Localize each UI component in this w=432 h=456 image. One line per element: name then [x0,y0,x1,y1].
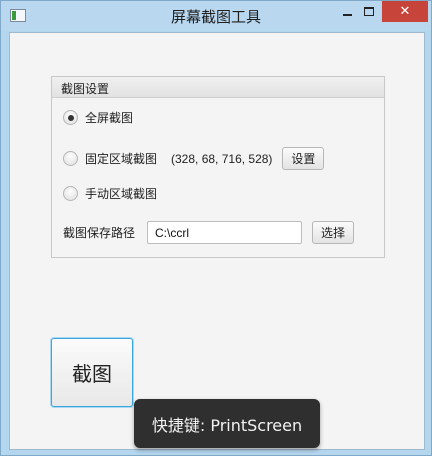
choose-path-button[interactable]: 选择 [312,221,355,244]
save-path-input[interactable]: C:\ccrl [147,221,303,244]
maximize-button[interactable] [359,1,379,22]
save-path-label: 截图保存路径 [63,226,136,240]
group-title: 截图设置 [52,77,384,98]
main-panel: 截图设置 全屏截图 固定区域截图 (328, 68, 716, 528) 设置 … [9,32,425,450]
radio-fullscreen[interactable] [63,110,78,125]
option-manual-region-label: 手动区域截图 [85,187,158,201]
shortcut-tooltip: 快捷键: PrintScreen [134,399,320,448]
capture-settings-group: 截图设置 全屏截图 固定区域截图 (328, 68, 716, 528) 设置 … [51,76,385,258]
title-bar[interactable]: 屏幕截图工具 ✕ [1,1,431,31]
maximize-icon [364,7,374,16]
save-path-row: 截图保存路径 C:\ccrl 选择 [63,221,355,244]
option-manual-region[interactable]: 手动区域截图 [63,185,157,202]
close-icon: ✕ [399,4,411,19]
set-region-button[interactable]: 设置 [282,147,325,170]
option-fixed-region-label: 固定区域截图 [85,152,158,166]
capture-button[interactable]: 截图 [51,338,133,407]
region-coordinates: (328, 68, 716, 528) [171,151,273,166]
radio-fixed-region[interactable] [63,151,78,166]
app-window: 屏幕截图工具 ✕ 截图设置 全屏截图 固定区域截图 (328, 68, 716,… [0,0,432,456]
close-button[interactable]: ✕ [382,1,428,22]
minimize-icon [342,13,352,16]
radio-manual-region[interactable] [63,186,78,201]
option-fullscreen[interactable]: 全屏截图 [63,109,133,126]
option-fixed-region[interactable]: 固定区域截图 (328, 68, 716, 528) 设置 [63,147,325,170]
minimize-button[interactable] [337,1,357,22]
option-fullscreen-label: 全屏截图 [85,111,134,125]
